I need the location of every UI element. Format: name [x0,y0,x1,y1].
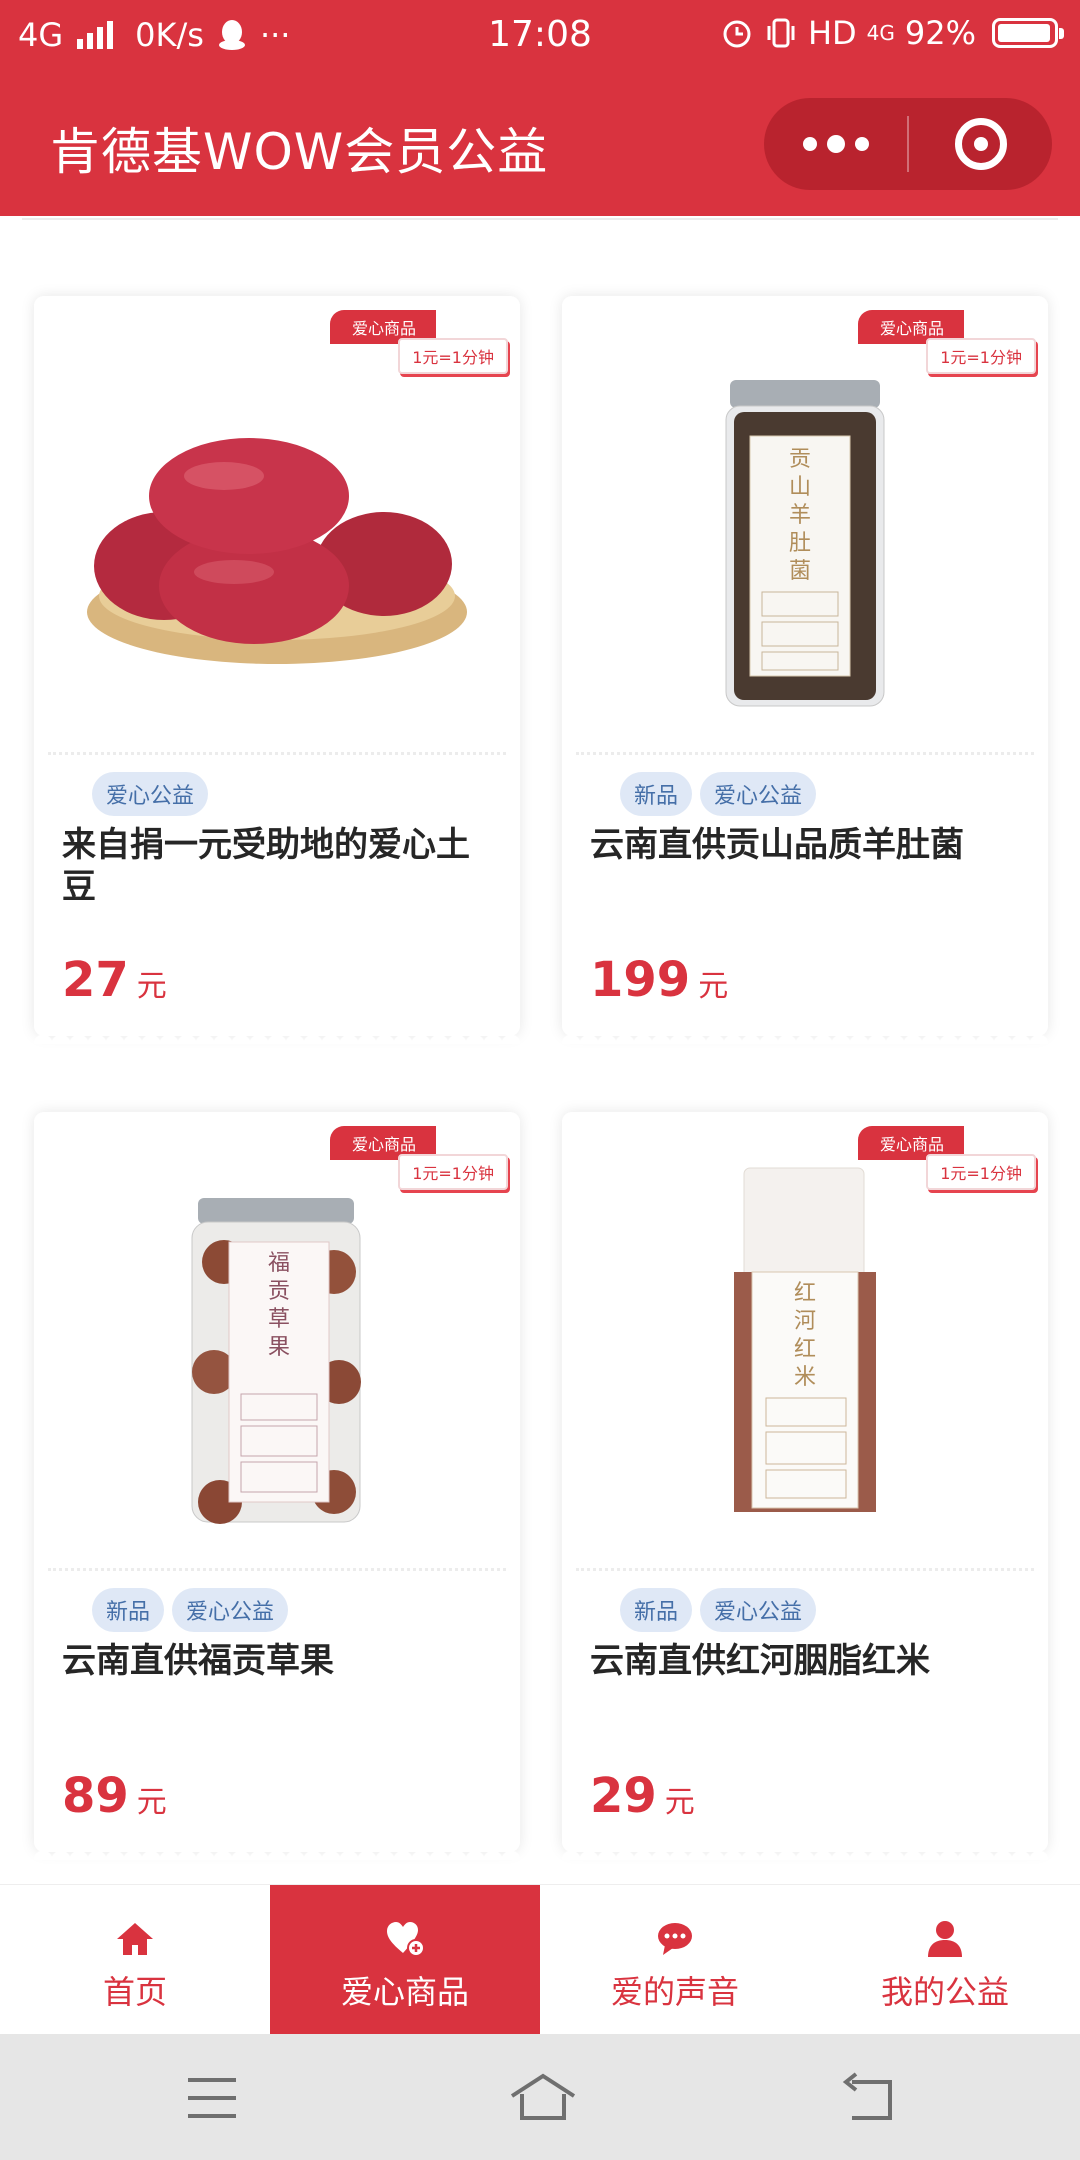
svg-text:果: 果 [268,1335,290,1360]
tab-label: 我的公益 [880,1973,1009,2011]
status-bar: 4G 0K/s ··· 17:08 HD 4G 92% [0,0,1080,72]
battery-percent: 92% [904,14,976,52]
product-image: 红 河 红 米 爱心商品 1元=1分钟 [562,1112,1048,1566]
donation-rate-tag: 1元=1分钟 [398,338,508,374]
donation-rate-tag: 1元=1分钟 [398,1154,508,1190]
badge-new: 新品 [92,1588,165,1632]
jar-label-text: 贡 [789,447,811,472]
svg-text:河: 河 [794,1309,816,1334]
tab-label: 爱心商品 [340,1973,469,2011]
vibrate-icon [767,18,795,48]
product-image: 贡 山 羊 肚 菌 爱心商品 1元=1分钟 [562,296,1048,750]
badge-group: 新品 爱心公益 [620,772,817,816]
tab-label: 爱的声音 [610,1973,739,2011]
svg-text:米: 米 [794,1365,816,1390]
product-title: 云南直供贡山品质羊肚菌 [590,825,964,865]
ticket-edge [562,1028,1048,1044]
close-button[interactable] [909,98,1052,190]
bottom-tab-bar: 首页 爱心商品 爱的声音 我的公益 [0,1884,1080,2035]
tab-my-charity[interactable]: 我的公益 [810,1885,1080,2035]
price-unit: 元 [664,1785,695,1820]
more-button[interactable] [764,98,907,190]
badge-charity: 爱心公益 [92,772,209,816]
tab-voice-of-love[interactable]: 爱的声音 [540,1885,810,2035]
badge-charity: 爱心公益 [700,1588,817,1632]
donation-rate-tag: 1元=1分钟 [926,338,1036,374]
svg-text:肚: 肚 [789,531,811,556]
badge-charity: 爱心公益 [172,1588,289,1632]
svg-text:羊: 羊 [789,503,811,528]
network-type-2: 4G [866,21,895,45]
product-card[interactable]: 爱心商品 1元=1分钟 爱心公益 来自捐一元受助地的爱心土豆 27 元 [34,296,520,1044]
price-value: 29 [590,1768,657,1824]
ticket-edge [34,1028,520,1044]
product-card[interactable]: 红 河 红 米 爱心商品 1元=1分钟 新品 爱心公益 云南直供红河胭脂红米 2… [562,1112,1048,1860]
badge-new: 新品 [620,772,693,816]
svg-text:菌: 菌 [789,559,811,584]
tab-charity-products[interactable]: 爱心商品 [270,1885,540,2035]
product-price: 27 元 [62,952,167,1008]
card-divider [48,1568,506,1571]
ticket-edge [562,1844,1048,1860]
product-list: 爱心商品 1元=1分钟 爱心公益 来自捐一元受助地的爱心土豆 27 元 贡 山 … [0,216,1080,1884]
home-outline-icon[interactable] [508,2070,578,2126]
product-card[interactable]: 福 贡 草 果 爱心商品 1元=1分钟 新品 爱心公益 云南直供福贡草果 89 … [34,1112,520,1860]
card-divider [576,1568,1034,1571]
menu-icon[interactable] [182,2070,242,2126]
jar-label-text: 福 [268,1251,290,1276]
user-icon [928,1921,962,1957]
badge-group: 新品 爱心公益 [92,1588,289,1632]
product-title: 云南直供福贡草果 [62,1641,334,1681]
svg-text:山: 山 [789,475,811,500]
alarm-icon [723,20,751,48]
battery-icon [992,18,1064,48]
content-divider [22,218,1058,220]
ticket-edge [34,1844,520,1860]
system-nav-bar [0,2034,1080,2160]
product-title: 来自捐一元受助地的爱心土豆 [62,825,470,907]
price-unit: 元 [698,969,729,1004]
product-image: 爱心商品 1元=1分钟 [34,296,520,750]
hd-indicator: HD [807,14,857,52]
tab-home[interactable]: 首页 [0,1885,270,2035]
svg-text:草: 草 [268,1307,290,1332]
product-card[interactable]: 贡 山 羊 肚 菌 爱心商品 1元=1分钟 新品 爱心公益 云南直供贡山品质羊肚… [562,296,1048,1044]
heart-plus-icon [387,1922,425,1957]
price-value: 89 [62,1768,129,1824]
miniprogram-capsule [764,98,1052,190]
product-price: 199 元 [590,952,728,1008]
badge-new: 新品 [620,1588,693,1632]
card-divider [576,752,1034,755]
chat-bubble-icon [658,1923,692,1955]
svg-text:贡: 贡 [268,1279,290,1304]
tab-label: 首页 [102,1973,167,2011]
close-target-icon [954,118,1007,170]
home-icon [117,1923,153,1955]
price-value: 199 [590,952,691,1008]
card-divider [48,752,506,755]
app-header: 4G 0K/s ··· 17:08 HD 4G 92% 肯德基WOW会员公益 [0,0,1080,216]
price-unit: 元 [136,969,167,1004]
page-title: 肯德基WOW会员公益 [50,123,549,181]
badge-charity: 爱心公益 [700,772,817,816]
product-title: 云南直供红河胭脂红米 [590,1641,930,1681]
product-price: 89 元 [62,1768,167,1824]
bag-label-text: 红 [794,1281,816,1306]
donation-rate-tag: 1元=1分钟 [926,1154,1036,1190]
svg-text:红: 红 [794,1337,816,1362]
product-image: 福 贡 草 果 爱心商品 1元=1分钟 [34,1112,520,1566]
back-icon[interactable] [838,2070,898,2126]
product-price: 29 元 [590,1768,695,1824]
price-unit: 元 [136,1785,167,1820]
price-value: 27 [62,952,129,1008]
badge-group: 新品 爱心公益 [620,1588,817,1632]
badge-group: 爱心公益 [92,772,209,816]
